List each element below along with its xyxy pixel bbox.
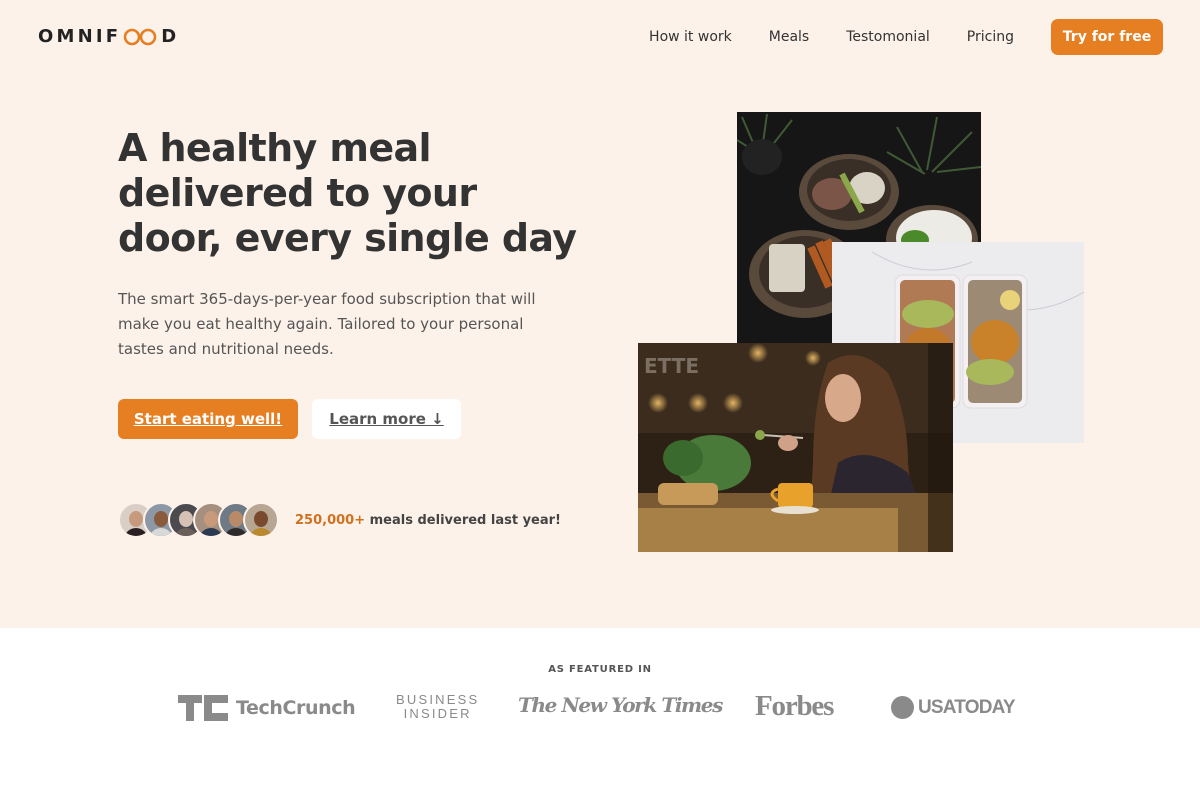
usa-today-logo: USATODAY (891, 696, 1016, 719)
business-insider-line1: BUSINESS (396, 692, 480, 707)
business-insider-logo: BUSINESS INSIDER (396, 693, 479, 721)
infinity-icon (123, 28, 159, 46)
techcrunch-text: TechCrunch (236, 697, 356, 719)
nav-link-pricing[interactable]: Pricing (967, 29, 1014, 45)
svg-text:ETTE: ETTE (644, 354, 699, 378)
learn-more-button[interactable]: Learn more ↓ (312, 399, 461, 439)
avatar (243, 502, 279, 538)
delivered-meals-stat: 250,000+ meals delivered last year! (118, 502, 561, 538)
logo-text-suffix: D (161, 26, 180, 47)
nyt-text: The New York Times (518, 693, 723, 717)
customer-avatars (118, 502, 279, 538)
delivered-label: meals delivered last year! (369, 512, 561, 528)
nav-link-testimonials[interactable]: Testomonial (846, 29, 930, 45)
start-eating-well-button[interactable]: Start eating well! (118, 399, 298, 439)
forbes-logo: Forbes (755, 690, 834, 723)
delivered-count: 250,000+ (295, 512, 366, 528)
featured-in-label: AS FEATURED IN (548, 664, 652, 675)
site-header: OMNIF D How it work Meals Testomonial Pr… (0, 0, 1200, 74)
forbes-text: Forbes (755, 690, 834, 722)
nyt-logo: The New York Times (518, 693, 723, 717)
techcrunch-mark-icon (178, 695, 228, 721)
usa-today-text: USATODAY (918, 696, 1016, 718)
omnifood-logo[interactable]: OMNIF D (38, 26, 179, 47)
delivered-text: 250,000+ meals delivered last year! (295, 513, 561, 528)
nav-link-how-it-works[interactable]: How it work (649, 29, 732, 45)
main-nav: How it work Meals Testomonial Pricing Tr… (649, 19, 1163, 55)
hero-description: The smart 365-days-per-year food subscri… (118, 290, 536, 358)
try-for-free-button[interactable]: Try for free (1051, 19, 1163, 55)
business-insider-line2: INSIDER (403, 706, 472, 721)
featured-logos: TechCrunch BUSINESS INSIDER The New York… (178, 690, 1020, 726)
hero-image-woman-eating: ETTE (638, 343, 953, 552)
nav-link-meals[interactable]: Meals (769, 29, 809, 45)
logo-text-prefix: OMNIF (38, 26, 122, 47)
usa-today-circle-icon (891, 696, 914, 719)
techcrunch-logo: TechCrunch (178, 695, 356, 721)
hero-headline: A healthy meal delivered to your door, e… (118, 126, 577, 260)
